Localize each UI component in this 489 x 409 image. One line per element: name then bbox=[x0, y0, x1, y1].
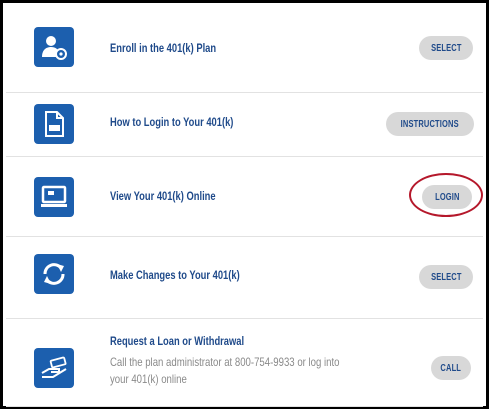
list-item-make-changes: Make Changes to Your 401(k) SELECT bbox=[6, 236, 483, 319]
call-label: CALL bbox=[440, 362, 462, 374]
loan-withdrawal-description: Call the plan administrator at 800-754-9… bbox=[110, 355, 340, 386]
enroll-select-label: SELECT bbox=[430, 42, 462, 54]
list-item-loan-withdrawal: Request a Loan or Withdrawal Call the pl… bbox=[6, 318, 483, 407]
enroll-title: Enroll in the 401(k) Plan bbox=[110, 41, 217, 55]
make-changes-select-label: SELECT bbox=[430, 271, 462, 283]
make-changes-select-button[interactable]: SELECT bbox=[419, 265, 473, 289]
login-label: LOGIN bbox=[434, 191, 460, 203]
view-online-title: View Your 401(k) Online bbox=[110, 189, 216, 203]
login-instructions-title: How to Login to Your 401(k) bbox=[110, 115, 234, 129]
make-changes-title: Make Changes to Your 401(k) bbox=[110, 268, 240, 282]
pdf-document-icon bbox=[34, 104, 74, 144]
hand-money-icon bbox=[34, 348, 74, 388]
list-item-enroll: Enroll in the 401(k) Plan SELECT bbox=[6, 6, 483, 93]
loan-withdrawal-title: Request a Loan or Withdrawal bbox=[110, 334, 245, 348]
list-item-view-online: View Your 401(k) Online LOGIN bbox=[6, 156, 483, 237]
enroll-select-button[interactable]: SELECT bbox=[419, 36, 473, 60]
login-button[interactable]: LOGIN bbox=[422, 185, 472, 209]
instructions-label: INSTRUCTIONS bbox=[400, 118, 460, 130]
call-button[interactable]: CALL bbox=[431, 356, 471, 380]
user-gear-icon bbox=[34, 27, 74, 67]
list-item-login-instructions: How to Login to Your 401(k) INSTRUCTIONS bbox=[6, 92, 483, 157]
monitor-icon bbox=[34, 177, 74, 217]
plan-actions-panel: Enroll in the 401(k) Plan SELECT How to … bbox=[0, 0, 489, 409]
refresh-icon bbox=[34, 254, 74, 294]
instructions-button[interactable]: INSTRUCTIONS bbox=[386, 112, 474, 136]
